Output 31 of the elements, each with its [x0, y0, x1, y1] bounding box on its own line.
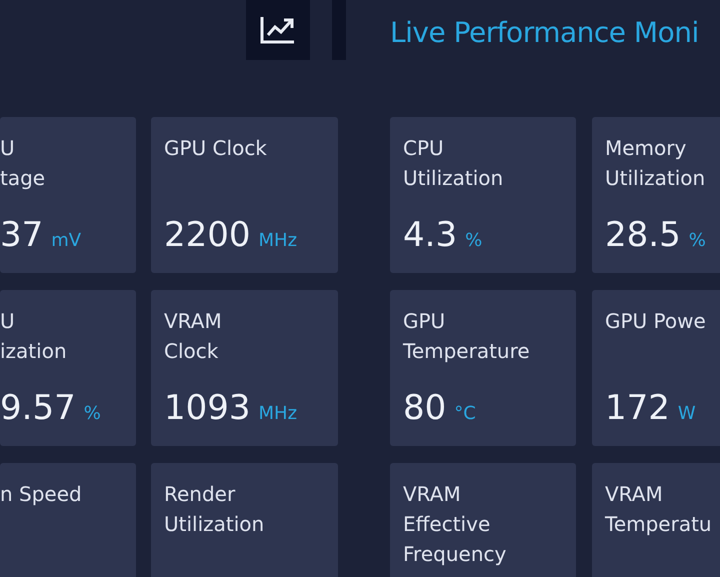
- metric-unit: °C: [454, 403, 476, 424]
- metric-unit: MHz: [258, 403, 298, 424]
- metric-label: CPU Utilization: [403, 135, 504, 192]
- metric-unit: MHz: [258, 230, 298, 251]
- metric-label: VRAM Clock: [164, 308, 222, 365]
- metric-value: 9.57: [0, 388, 76, 428]
- metric-label: VRAM Effective Frequency: [403, 481, 506, 568]
- metric-label: GPU Temperature: [403, 308, 530, 365]
- chart-button[interactable]: [246, 0, 310, 60]
- metric-label: GPU Powe: [605, 308, 706, 335]
- metric-value: 28.5: [605, 215, 681, 255]
- metric-value: 4.3: [403, 215, 458, 255]
- metric-label: Memory Utilization: [605, 135, 706, 192]
- trend-chart-icon: [260, 15, 296, 45]
- metric-unit: %: [688, 230, 706, 251]
- metric-value: 80: [403, 388, 446, 428]
- metric-label: U ization: [0, 308, 67, 365]
- metric-value: 37: [0, 215, 44, 255]
- metric-label: n Speed: [0, 481, 82, 508]
- page-title: Live Performance Moni: [390, 16, 699, 49]
- metric-label: GPU Clock: [164, 135, 267, 162]
- metric-unit: W: [678, 403, 696, 424]
- metric-label: Render Utilization: [164, 481, 264, 538]
- metric-label: U tage: [0, 135, 46, 192]
- metric-value: 172: [605, 388, 670, 428]
- metric-unit: %: [465, 230, 482, 251]
- metric-label: VRAM Temperatu: [605, 481, 712, 538]
- metric-value: 1093: [164, 388, 251, 428]
- metric-unit: mV: [51, 230, 82, 251]
- metric-value: 2200: [164, 215, 251, 255]
- metric-unit: %: [84, 403, 101, 424]
